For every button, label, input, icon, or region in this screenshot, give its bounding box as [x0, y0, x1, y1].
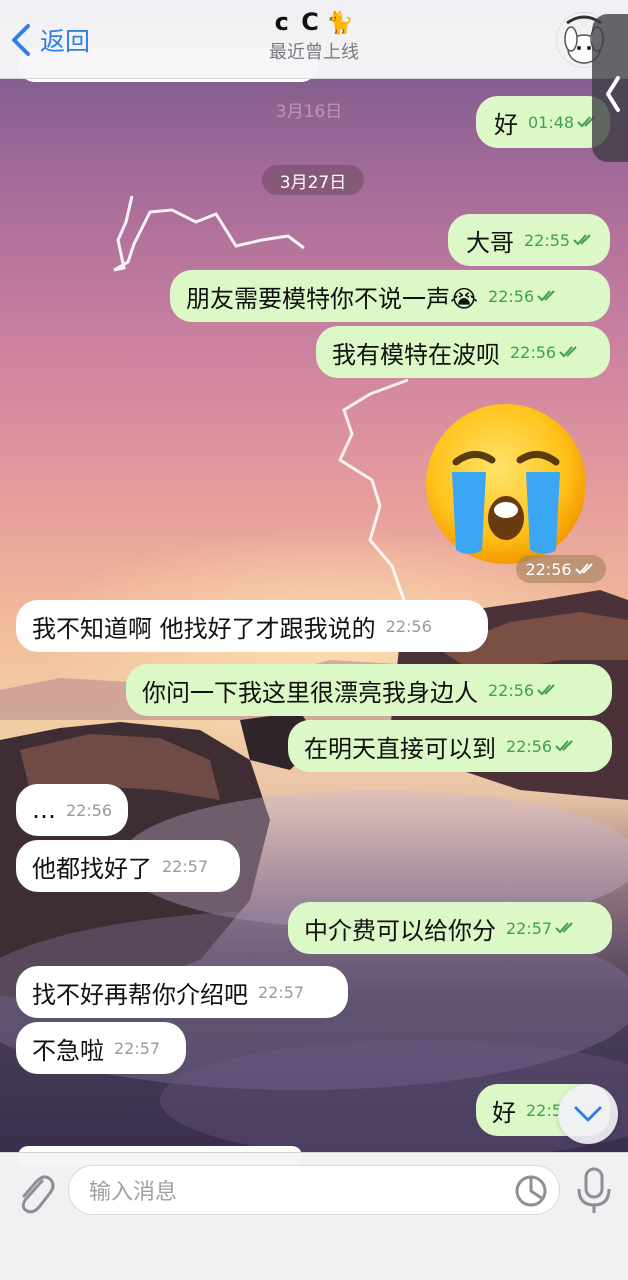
message-time: 22:56 — [510, 342, 557, 362]
message-time: 22:57 — [114, 1038, 161, 1058]
message-time: 22:55 — [524, 230, 571, 250]
message-bubble-incoming[interactable]: 找不好再帮你介绍吧 22:57 — [16, 966, 348, 1018]
message-text: 在明天直接可以到 — [304, 734, 496, 763]
date-label: 3月27日 — [279, 172, 347, 193]
message-text: 他都找好了 — [32, 854, 152, 883]
attach-button[interactable] — [12, 1167, 56, 1215]
double-check-icon — [537, 290, 555, 302]
message-time: 22:56 — [66, 800, 113, 820]
voice-button[interactable] — [574, 1165, 614, 1217]
message-time: 22:57 — [258, 982, 305, 1002]
date-label: 3月16日 — [275, 101, 343, 122]
chevron-left-icon — [606, 76, 620, 112]
message-time: 22:56 — [488, 680, 535, 700]
message-input-box[interactable] — [68, 1165, 560, 1215]
message-time: 22:57 — [162, 856, 209, 876]
chat-screen: 返回 c C 🐈 最近曾上线 3月16日 3月27日 好 01:48 大哥 22… — [0, 0, 628, 1280]
message-text: 好 — [494, 110, 518, 139]
message-bubble-outgoing[interactable]: 大哥 22:55 — [448, 214, 610, 266]
chat-header: 返回 c C 🐈 最近曾上线 — [0, 0, 628, 79]
message-text: 朋友需要模特你不说一声😭 — [186, 284, 479, 313]
message-text: 你问一下我这里很漂亮我身边人 — [142, 678, 478, 707]
message-bubble-incoming[interactable]: 不急啦 22:57 — [16, 1022, 186, 1074]
message-time: 22:56 — [525, 559, 572, 579]
side-panel-handle[interactable] — [592, 14, 628, 162]
message-text: 我有模特在波呗 — [332, 340, 500, 369]
sticker-icon — [515, 1175, 547, 1207]
microphone-icon — [577, 1167, 611, 1213]
message-time: 22:5 — [526, 1100, 562, 1120]
chat-title-area[interactable]: c C 🐈 最近曾上线 — [0, 8, 628, 64]
title-emoji: 🐈 — [325, 11, 354, 36]
message-text: 我不知道啊 他找好了才跟我说的 — [32, 614, 376, 643]
message-time: 22:56 — [506, 736, 553, 756]
chevron-down-icon — [574, 1106, 602, 1122]
date-separator: 3月16日 — [262, 94, 356, 124]
double-check-icon — [537, 684, 555, 696]
scroll-to-bottom-button[interactable] — [558, 1084, 618, 1144]
message-bubble-outgoing[interactable]: 朋友需要模特你不说一声😭 22:56 — [170, 270, 610, 322]
message-text: 好 — [492, 1098, 516, 1127]
message-bubble-incoming[interactable]: … 22:56 — [16, 784, 128, 836]
sticker-button[interactable] — [513, 1173, 549, 1209]
message-text: 找不好再帮你介绍吧 — [32, 980, 248, 1009]
message-text: 中介费可以给你分 — [304, 916, 496, 945]
last-seen-status: 最近曾上线 — [269, 42, 359, 63]
message-bubble-incoming[interactable]: 他都找好了 22:57 — [16, 840, 240, 892]
loudly-crying-face-sticker[interactable] — [422, 400, 590, 568]
double-check-icon — [555, 922, 573, 934]
message-bubble-outgoing[interactable]: 在明天直接可以到 22:56 — [288, 720, 612, 772]
message-time: 22:56 — [385, 616, 432, 636]
message-time: 22:56 — [488, 286, 535, 306]
message-input[interactable] — [87, 1174, 491, 1210]
message-bubble-outgoing[interactable]: 好 01:48 — [476, 96, 610, 148]
message-time: 22:57 — [506, 918, 553, 938]
date-separator: 3月27日 — [262, 165, 364, 195]
sticker-time-badge: 22:56 — [516, 555, 606, 583]
message-bubble-outgoing[interactable]: 你问一下我这里很漂亮我身边人 22:56 — [126, 664, 612, 716]
message-bubble-incoming[interactable]: 我不知道啊 他找好了才跟我说的 22:56 — [16, 600, 488, 652]
double-check-icon — [555, 740, 573, 752]
message-time: 01:48 — [528, 112, 575, 132]
message-composer — [0, 1152, 628, 1280]
message-text: 不急啦 — [32, 1036, 104, 1065]
double-check-icon — [573, 234, 591, 246]
double-check-icon — [559, 346, 577, 358]
message-text: 大哥 — [466, 228, 514, 257]
chat-title: c C — [274, 8, 321, 36]
message-text: … — [32, 796, 56, 824]
paperclip-icon — [21, 1175, 55, 1214]
message-bubble-outgoing[interactable]: 我有模特在波呗 22:56 — [316, 326, 610, 378]
message-bubble-outgoing[interactable]: 中介费可以给你分 22:57 — [288, 902, 612, 954]
double-check-icon — [574, 563, 593, 575]
